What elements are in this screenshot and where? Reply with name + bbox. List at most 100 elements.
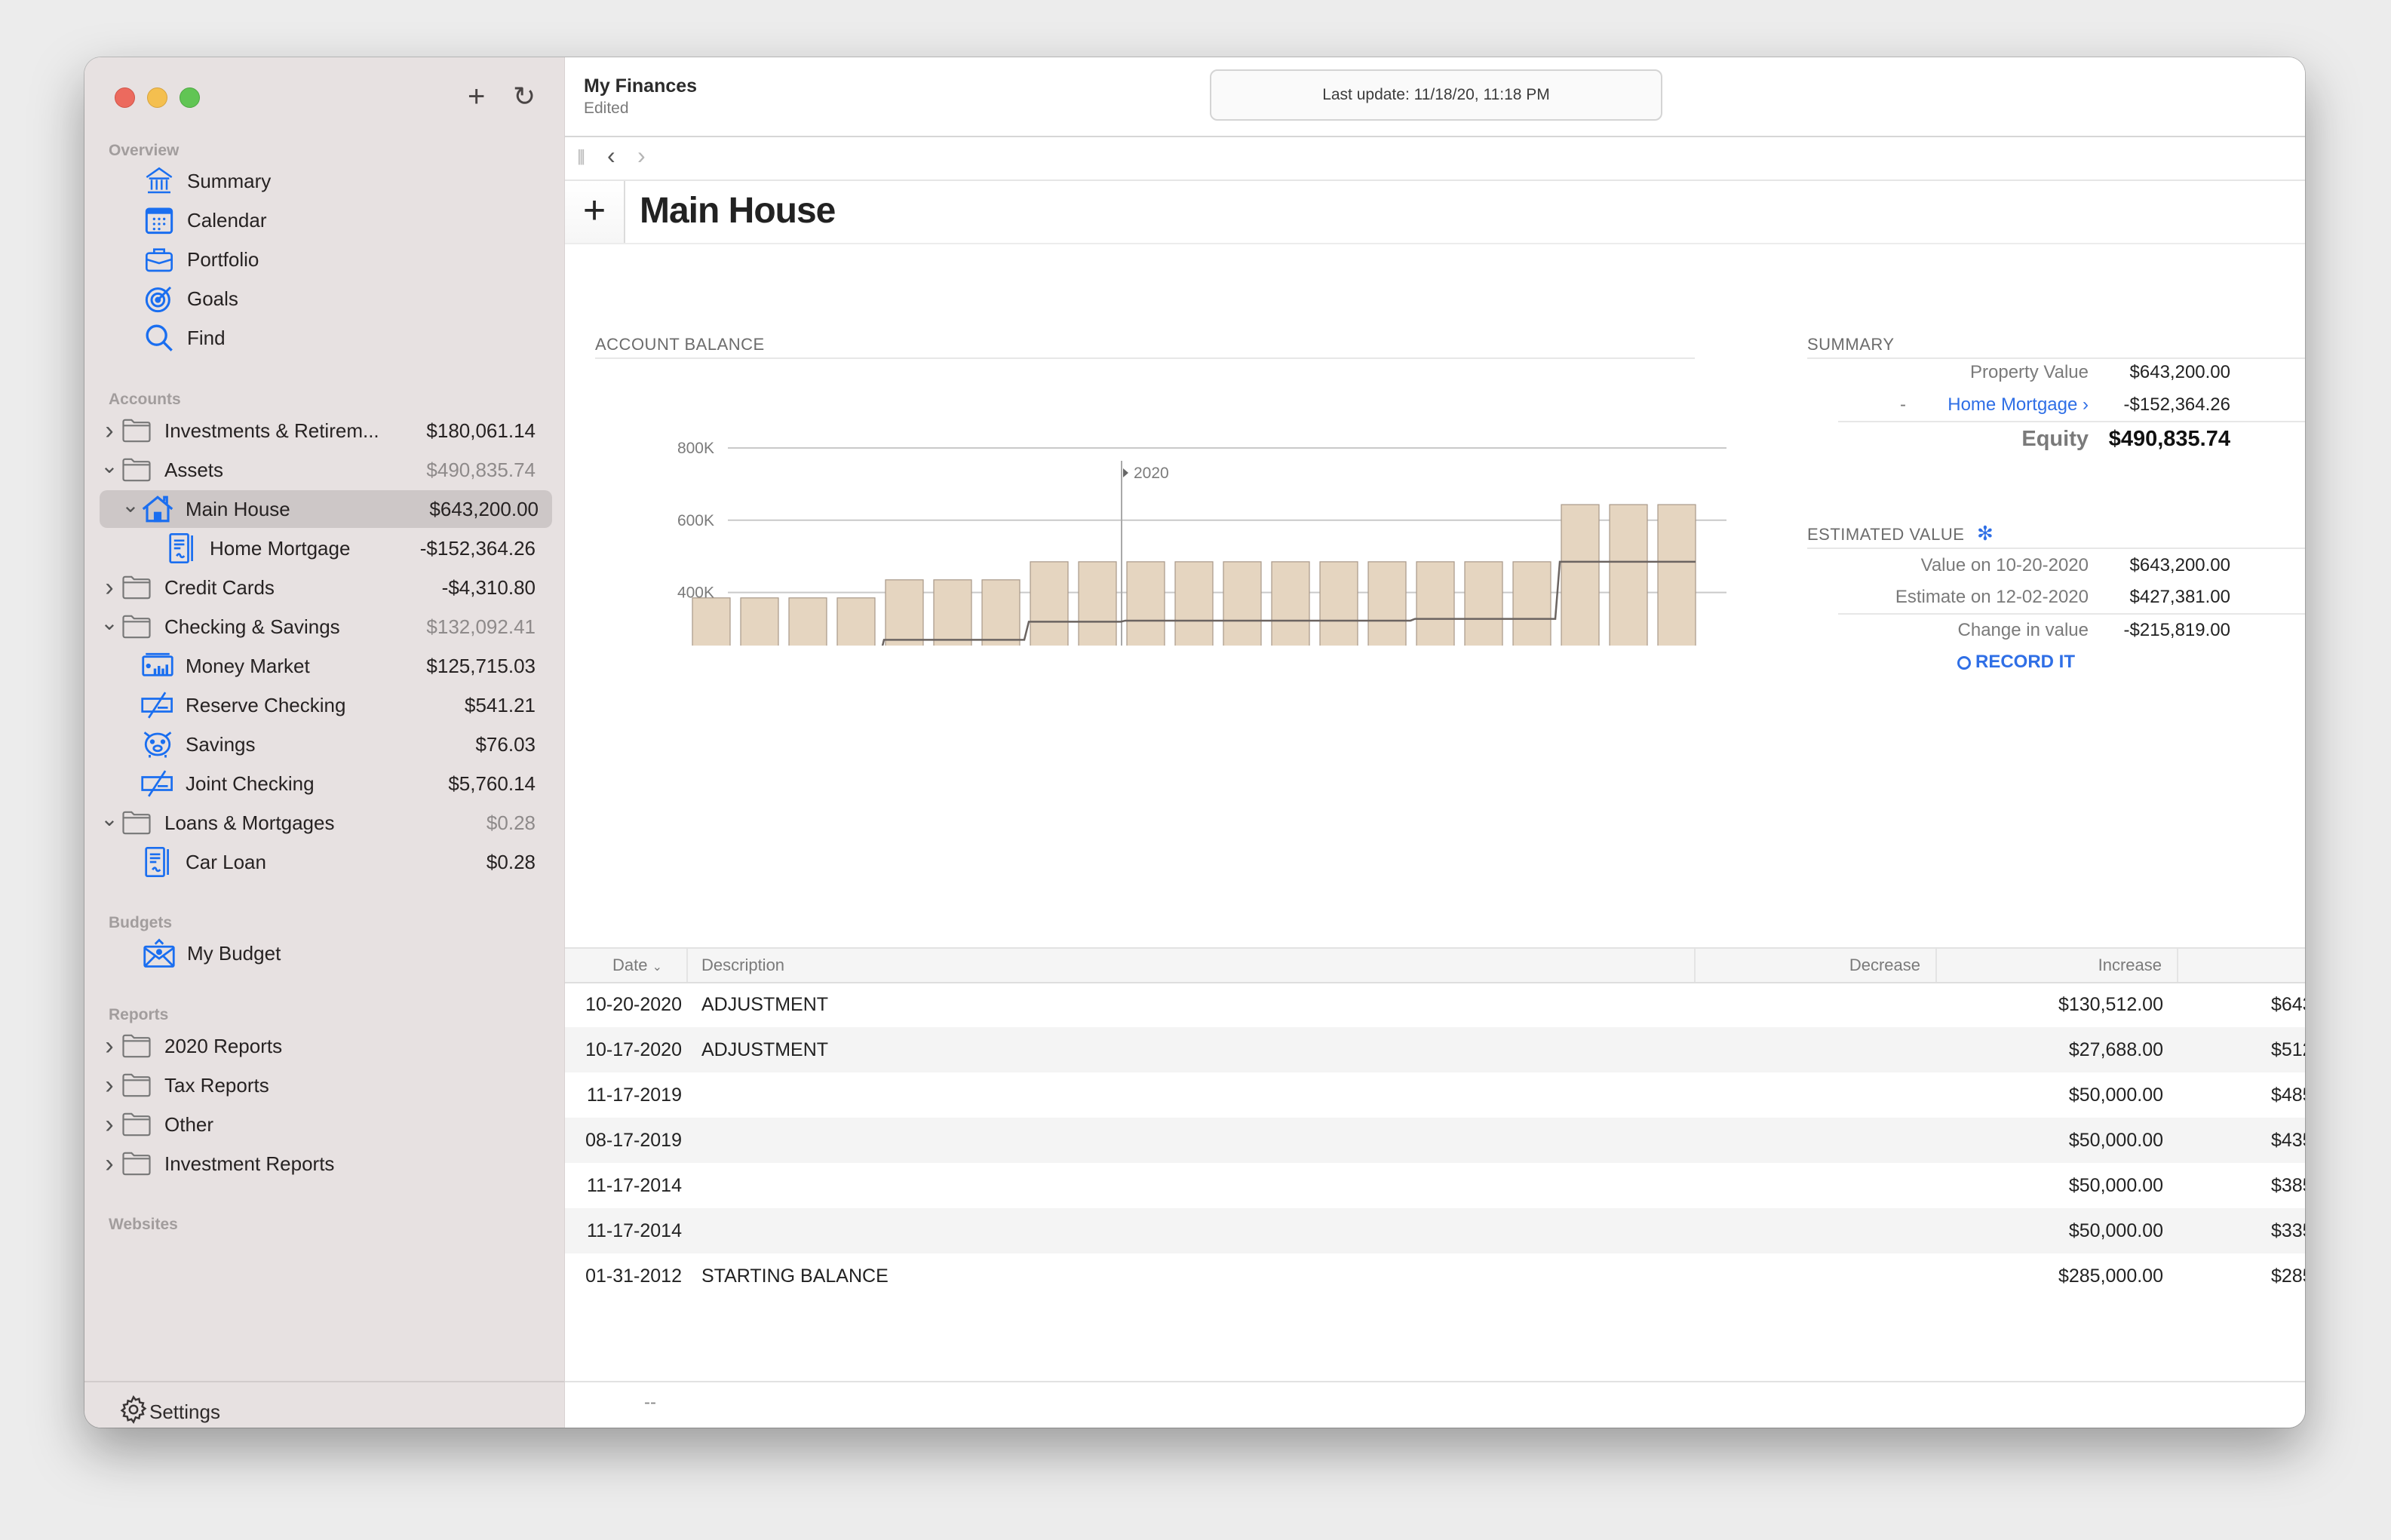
table-row[interactable]: 11-17-2014 $50,000.00 $335,000.00 — [565, 1208, 2305, 1253]
chevron-right-icon[interactable]: › — [100, 573, 119, 603]
money-market-icon — [140, 651, 175, 681]
gear-icon — [118, 1394, 149, 1428]
cell-value: $485,000.00 — [2270, 1084, 2305, 1106]
chevron-down-icon[interactable]: ⌄ — [100, 610, 119, 635]
sidebar-item-calendar[interactable]: Calendar — [100, 201, 549, 239]
chevron-down-icon[interactable]: ⌄ — [100, 453, 119, 478]
chevron-right-icon[interactable]: › — [100, 1149, 119, 1179]
property-value-bar — [1030, 561, 1069, 646]
sidebar-item-home-mortgage[interactable]: Home Mortgage -$152,364.26 — [100, 529, 549, 567]
estimated-total-divider — [1838, 613, 2305, 615]
sidebar-item-my-budget[interactable]: My Budget — [100, 934, 549, 972]
table-row[interactable]: 08-17-2019 $50,000.00 $435,000.00 — [565, 1118, 2305, 1163]
mortgage-value: -$152,364.26 — [2123, 394, 2230, 415]
property-value-bar — [1271, 561, 1310, 646]
table-footer-total: -- — [644, 1392, 656, 1413]
sidebar-item-summary[interactable]: Summary — [100, 162, 549, 200]
sidebar-item-investment-reports[interactable]: › Investment Reports — [100, 1145, 549, 1183]
equity-value: $490,835.74 — [2108, 427, 2230, 451]
cell-description: ADJUSTMENT — [701, 994, 829, 1015]
sidebar-item-money-market[interactable]: Money Market $125,715.03 — [100, 647, 549, 685]
sidebar-item-main-house[interactable]: ⌄ Main House $643,200.00 — [100, 490, 552, 528]
minimize-window-button[interactable] — [147, 87, 167, 108]
sidebar-item-joint-checking[interactable]: Joint Checking $5,760.14 — [100, 765, 549, 802]
item-label: Joint Checking — [186, 772, 315, 795]
property-value-bar — [1657, 504, 1696, 646]
value-on: $643,200.00 — [2129, 555, 2230, 575]
sidebar-item-find[interactable]: Find — [100, 319, 549, 357]
zoom-window-button[interactable] — [180, 87, 200, 108]
item-label: Tax Reports — [164, 1073, 269, 1097]
column-increase[interactable]: Increase — [1937, 949, 2178, 982]
cell-increase: $50,000.00 — [2068, 1084, 2163, 1106]
item-balance: -$4,310.80 — [441, 575, 536, 599]
table-row[interactable]: 01-31-2012 STARTING BALANCE $285,000.00 $28… — [565, 1253, 2305, 1299]
cell-value: $435,000.00 — [2270, 1130, 2305, 1151]
chevron-down-icon[interactable]: ⌄ — [121, 492, 140, 517]
chevron-right-icon[interactable]: › — [100, 1032, 119, 1061]
estimate-settings-gear-icon[interactable]: ✻ — [1977, 522, 1994, 545]
item-balance: -$152,364.26 — [419, 536, 536, 560]
settings-button[interactable]: Settings — [118, 1394, 220, 1428]
transactions-table-header: Date ⌄ Description Decrease Increase Val… — [565, 947, 2305, 983]
sidebar-item-credit-cards[interactable]: › Credit Cards -$4,310.80 — [100, 569, 549, 606]
close-window-button[interactable] — [115, 87, 135, 108]
record-circle-icon — [1957, 655, 1971, 670]
folder-icon — [119, 1031, 154, 1061]
chevron-right-icon[interactable]: › — [100, 416, 119, 446]
item-label: Investment Reports — [164, 1152, 335, 1175]
table-row[interactable]: 11-17-2014 $50,000.00 $385,000.00 — [565, 1163, 2305, 1208]
folder-icon — [119, 612, 154, 642]
sidebar-item-tax-reports[interactable]: › Tax Reports — [100, 1066, 549, 1104]
sidebar-item-car-loan[interactable]: Car Loan $0.28 — [100, 843, 549, 881]
y-tick-label: 800K — [677, 440, 714, 457]
column-description[interactable]: Description — [688, 949, 1696, 982]
cell-value: $643,200.00 — [2270, 994, 2305, 1015]
item-balance: $643,200.00 — [429, 497, 539, 520]
column-decrease[interactable]: Decrease — [1696, 949, 1937, 982]
window-controls — [115, 87, 200, 108]
summary-section-title: SUMMARY — [1807, 335, 1895, 354]
cell-date: 08-17-2019 — [585, 1130, 682, 1151]
sidebar-item-goals[interactable]: Goals — [100, 280, 549, 318]
sidebar-item-savings[interactable]: Savings $76.03 — [100, 726, 549, 763]
sidebar-item-2020-reports[interactable]: › 2020 Reports — [100, 1027, 549, 1065]
cell-description: ADJUSTMENT — [701, 1039, 829, 1060]
table-row[interactable]: 11-17-2019 $50,000.00 $485,000.00 — [565, 1072, 2305, 1118]
envelope-icon — [142, 938, 176, 968]
cell-date: 11-17-2014 — [586, 1175, 682, 1196]
sidebar-item-investments-retirem[interactable]: › Investments & Retirem... $180,061.14 — [100, 412, 549, 449]
cell-value: $335,000.00 — [2270, 1220, 2305, 1241]
chevron-right-icon[interactable]: › — [100, 1071, 119, 1100]
add-account-button[interactable]: + — [468, 80, 485, 113]
table-row[interactable]: 10-17-2020 ADJUSTMENT $27,688.00 $512,688.0… — [565, 1027, 2305, 1072]
cell-date: 10-17-2020 — [585, 1039, 682, 1060]
sidebar-item-checking-savings[interactable]: ⌄ Checking & Savings $132,092.41 — [100, 608, 549, 646]
sidebar-item-assets[interactable]: ⌄ Assets $490,835.74 — [100, 451, 549, 489]
folder-icon — [119, 1070, 154, 1100]
item-label: Investments & Retirem... — [164, 419, 379, 442]
sidebar-item-reserve-checking[interactable]: Reserve Checking $541.21 — [100, 686, 549, 724]
house-icon — [140, 494, 175, 524]
column-date[interactable]: Date ⌄ — [565, 949, 688, 982]
home-mortgage-link[interactable]: Home Mortgage › — [1817, 394, 2089, 416]
property-value-bar — [1464, 561, 1503, 646]
column-date-label: Date — [612, 956, 648, 974]
sidebar-item-loans-mortgages[interactable]: ⌄ Loans & Mortgages $0.28 — [100, 804, 549, 842]
estimated-value-title: ESTIMATED VALUE — [1807, 525, 1965, 544]
sidebar-item-portfolio[interactable]: Portfolio — [100, 241, 549, 278]
chevron-right-icon[interactable]: › — [100, 1110, 119, 1140]
table-row[interactable]: 10-20-2020 ADJUSTMENT $130,512.00 $643,200.… — [565, 982, 2305, 1027]
refresh-button[interactable]: ↻ — [513, 80, 536, 113]
property-value-bar — [1174, 561, 1214, 646]
sidebar-item-other[interactable]: › Other — [100, 1106, 549, 1143]
chevron-down-icon[interactable]: ⌄ — [100, 806, 119, 831]
property-value: $643,200.00 — [2129, 362, 2230, 382]
column-value[interactable]: Value — [2178, 949, 2305, 982]
piggy-bank-icon — [140, 729, 175, 759]
section-overview: Overview — [109, 142, 180, 159]
item-balance: $490,835.74 — [426, 458, 536, 481]
record-it-button[interactable]: RECORD IT — [1957, 652, 2075, 673]
property-value-bar — [1561, 504, 1600, 646]
app-window: + ↻ Overview Summary Calendar Portfolio Goa… — [84, 57, 2305, 1428]
